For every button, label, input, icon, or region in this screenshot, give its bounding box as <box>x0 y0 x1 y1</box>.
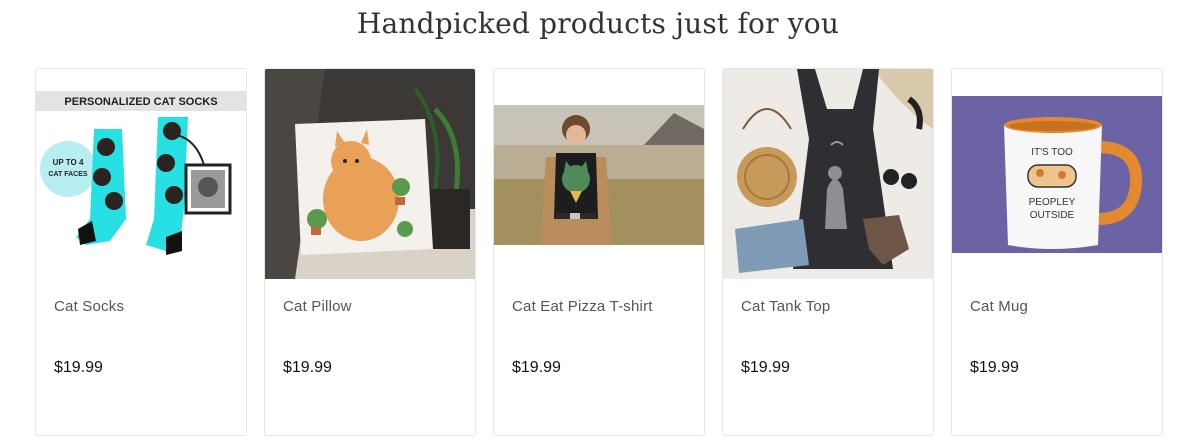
socks-banner-text: PERSONALIZED CAT SOCKS <box>64 96 217 108</box>
product-name[interactable]: Cat Pillow <box>283 298 352 315</box>
cat-socks-image[interactable]: PERSONALIZED CAT SOCKS UP TO 4 CAT FACES <box>36 69 246 279</box>
product-name[interactable]: Cat Mug <box>970 298 1028 315</box>
product-card-cat-pillow[interactable]: Cat Pillow $19.99 <box>264 68 476 436</box>
mug-text-3: OUTSIDE <box>1030 210 1075 221</box>
product-price: $19.99 <box>283 359 332 376</box>
cat-pizza-tshirt-image[interactable] <box>494 69 704 279</box>
cat-pillow-image[interactable] <box>265 69 475 279</box>
product-card-cat-socks[interactable]: PERSONALIZED CAT SOCKS UP TO 4 CAT FACES <box>35 68 247 436</box>
cat-mug-image[interactable]: IT'S TOO PEOPLEY OUTSIDE <box>952 69 1162 279</box>
product-price: $19.99 <box>54 359 103 376</box>
cat-tank-top-image[interactable] <box>723 69 933 279</box>
mug-text-2: PEOPLEY <box>1029 197 1076 208</box>
product-name[interactable]: Cat Socks <box>54 298 124 315</box>
svg-text:CAT FACES: CAT FACES <box>48 171 87 178</box>
product-price: $19.99 <box>970 359 1019 376</box>
product-card-cat-mug[interactable]: IT'S TOO PEOPLEY OUTSIDE Cat Mug $19.99 <box>951 68 1163 436</box>
product-grid: PERSONALIZED CAT SOCKS UP TO 4 CAT FACES <box>35 68 1163 436</box>
product-card-cat-tank-top[interactable]: Cat Tank Top $19.99 <box>722 68 934 436</box>
product-card-cat-pizza-tshirt[interactable]: Cat Eat Pizza T-shirt $19.99 <box>493 68 705 436</box>
product-price: $19.99 <box>741 359 790 376</box>
product-price: $19.99 <box>512 359 561 376</box>
section-title: Handpicked products just for you <box>356 7 840 40</box>
product-name[interactable]: Cat Tank Top <box>741 298 830 315</box>
svg-text:UP TO 4: UP TO 4 <box>53 158 84 167</box>
mug-text-1: IT'S TOO <box>1031 147 1073 158</box>
product-name[interactable]: Cat Eat Pizza T-shirt <box>512 298 653 315</box>
